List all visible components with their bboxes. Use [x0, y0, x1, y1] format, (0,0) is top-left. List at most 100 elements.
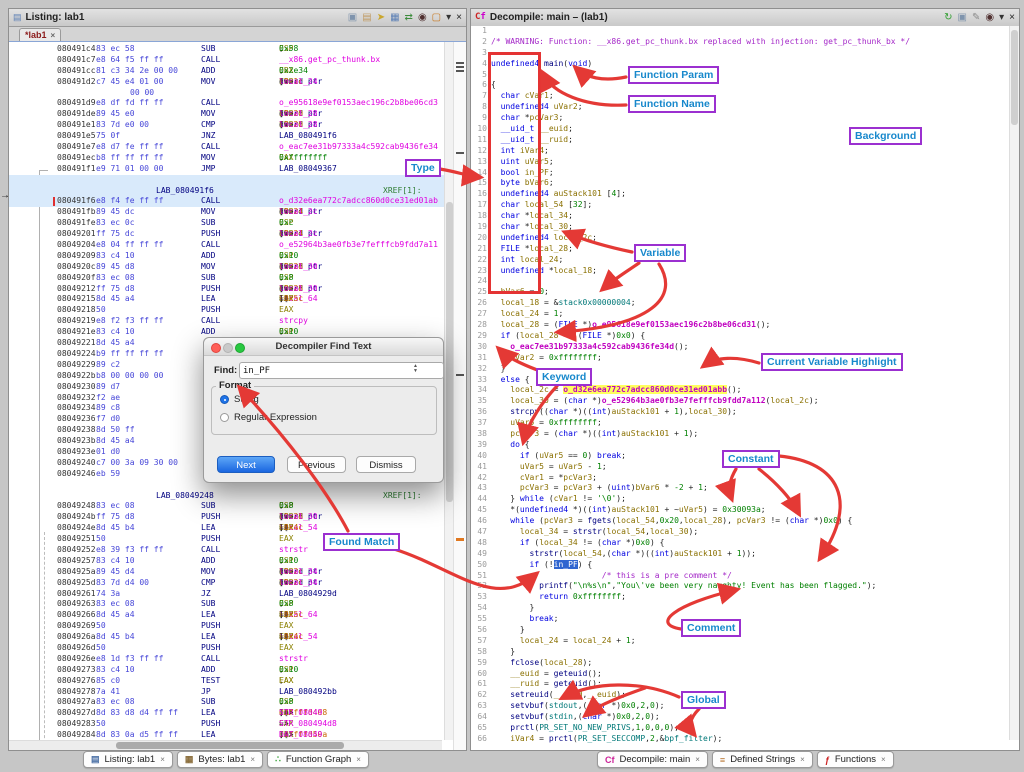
decompile-vertical-scrollbar[interactable]: [1009, 26, 1019, 740]
listing-row[interactable]: 0804920983 c4 10ADDESP,0x10: [9, 251, 452, 262]
listing-row[interactable]: 0804924883 ec 08SUBESP,0x8: [9, 501, 452, 512]
listing-row[interactable]: 0804920c89 45 d8MOVdword ptr [EBP + -0x2…: [9, 262, 452, 273]
close-icon[interactable]: ×: [456, 12, 462, 24]
tab-defined-strings[interactable]: ≡Defined Strings×: [712, 751, 813, 768]
code-line[interactable]: 38 pcVar3 = (char *)((int)auStack101 + 1…: [471, 429, 1007, 440]
code-line[interactable]: 64 setvbuf(stdin,(char *)0x0,2,0);: [471, 712, 1007, 723]
listing-row[interactable]: [9, 175, 466, 186]
code-line[interactable]: 37 uVar5 = 0xffffffff;: [471, 418, 1007, 429]
close-icon[interactable]: ×: [800, 755, 805, 764]
listing-row[interactable]: 0804927383 c4 10ADDESP,0x10: [9, 665, 452, 676]
code-line[interactable]: 2/* WARNING: Function: __x86.get_pc_thun…: [471, 37, 1007, 48]
radio-unselected-icon[interactable]: [220, 413, 229, 422]
listing-row[interactable]: 080491e183 7d e0 00CMPdword ptr [EBP + -…: [9, 120, 452, 131]
listing-horizontal-scrollbar[interactable]: [9, 740, 442, 750]
listing-row[interactable]: 08049204e8 04 ff ff ffCALLo_e52964b3ae0f…: [9, 240, 452, 251]
decompile-viewport[interactable]: 12/* WARNING: Function: __x86.get_pc_thu…: [471, 26, 1019, 750]
code-line[interactable]: 42 cVar1 = *pcVar3;: [471, 473, 1007, 484]
table-view-icon[interactable]: ▦: [390, 12, 399, 24]
listing-row[interactable]: 080491fb89 45 dcMOVdword ptr [EBP + -0x2…: [9, 207, 452, 218]
stepper-icon[interactable]: ▲▼: [413, 364, 418, 374]
code-line[interactable]: 18 char *local_34;: [471, 211, 1007, 222]
code-line[interactable]: 36 strcpy((char *)((int)auStack101 + 1),…: [471, 407, 1007, 418]
listing-label-row[interactable]: LAB_080491f6XREF[1]:: [9, 186, 466, 197]
listing-row[interactable]: 080491c7e8 64 f5 ff ffCALL__x86.get_pc_t…: [9, 55, 452, 66]
dialog-titlebar[interactable]: Decompiler Find Text: [204, 338, 443, 356]
listing-row[interactable]: 0804924bff 75 d8PUSHdword ptr [EBP + -0x…: [9, 512, 452, 523]
listing-row[interactable]: 080492668d 45 a4LEAEAX=>local_64,[EBP + …: [9, 610, 452, 621]
code-line[interactable]: 48 if (local_34 != (char *)0x0) {: [471, 538, 1007, 549]
code-line[interactable]: 25 bVar6 = 0;: [471, 287, 1007, 298]
listing-row[interactable]: 0804926174 3aJZLAB_0804929d: [9, 589, 452, 600]
code-line[interactable]: 66 iVar4 = prctl(PR_SET_SECCOMP,2,&bpf_f…: [471, 734, 1007, 745]
code-line[interactable]: 5: [471, 70, 1007, 81]
listing-row[interactable]: 0804927685 c0TESTEAX,EAX: [9, 676, 452, 687]
code-line[interactable]: 4undefined4 main(void): [471, 59, 1007, 70]
listing-titlebar[interactable]: ▤ Listing: lab1 ▣▤➤▦⇄◉▢▾×: [9, 9, 466, 27]
code-line[interactable]: 43 pcVar3 = pcVar3 + (uint)bVar6 * -2 + …: [471, 483, 1007, 494]
dismiss-button[interactable]: Dismiss: [356, 456, 416, 473]
code-line[interactable]: 28 local_28 = (FILE *)o_e95618e9ef0153ae…: [471, 320, 1007, 331]
snapshot-icon[interactable]: ◉: [985, 12, 994, 24]
code-line[interactable]: 6{: [471, 80, 1007, 91]
edit-icon[interactable]: ✎: [972, 12, 980, 24]
paste-icon[interactable]: ▤: [362, 12, 371, 24]
listing-label-row[interactable]: LAB_08049248XREF[1]:: [9, 491, 452, 502]
listing-row[interactable]: 0804926ee8 1d f3 ff ffCALLstrstr: [9, 654, 452, 665]
close-icon[interactable]: ×: [881, 755, 886, 764]
code-line[interactable]: 47 local_34 = strstr(local_54,local_30);: [471, 527, 1007, 538]
listing-row[interactable]: 0804927d8d 83 d8 d4 ff ffLEAEAX,[EBX + 0…: [9, 708, 452, 719]
code-line[interactable]: 11 __uid_t __ruid;: [471, 135, 1007, 146]
code-line[interactable]: 15 byte bVar6;: [471, 178, 1007, 189]
code-line[interactable]: 20 undefined4 local_2c;: [471, 233, 1007, 244]
listing-row[interactable]: 080491e7e8 d7 fe ff ffCALLo_eac7ee31b973…: [9, 142, 452, 153]
copy-icon[interactable]: ▣: [958, 12, 967, 24]
code-line[interactable]: 57 local_24 = local_24 + 1;: [471, 636, 1007, 647]
code-line[interactable]: 59 fclose(local_28);: [471, 658, 1007, 669]
code-line[interactable]: 27 local_24 = 1;: [471, 309, 1007, 320]
previous-button[interactable]: Previous: [287, 456, 346, 473]
doc-tab-lab1[interactable]: *lab1 ×: [19, 28, 61, 41]
listing-row[interactable]: 00 00: [9, 88, 452, 99]
radio-string[interactable]: String: [220, 394, 259, 405]
close-icon[interactable]: ×: [51, 31, 56, 40]
code-line[interactable]: 63 setvbuf(stdout,(char *)0x0,2,0);: [471, 701, 1007, 712]
listing-row[interactable]: 080491f6e8 f4 fe ff ffCALLo_d32e6ea772c7…: [9, 196, 466, 207]
code-line[interactable]: 1: [471, 26, 1007, 37]
listing-row[interactable]: 0804926383 ec 08SUBESP,0x8: [9, 599, 452, 610]
code-line[interactable]: 24: [471, 276, 1007, 287]
listing-row[interactable]: 080491d9e8 df fd ff ffCALLo_e95618e9ef01…: [9, 98, 452, 109]
code-line[interactable]: 46 while (pcVar3 = fgets(local_54,0x20,l…: [471, 516, 1007, 527]
dropdown-arrow-icon[interactable]: ▾: [999, 12, 1004, 24]
code-line[interactable]: 8 undefined4 uVar2;: [471, 102, 1007, 113]
listing-row[interactable]: 080491ecb8 ff ff ff ffMOVEAX,0xffffffff: [9, 153, 452, 164]
listing-row[interactable]: 08049201ff 75 dcPUSHdword ptr [EBP + -0x…: [9, 229, 452, 240]
listing-row[interactable]: 0804921850PUSHEAX: [9, 305, 452, 316]
code-line[interactable]: 35 local_30 = (char *)o_e52964b3ae0fb3e7…: [471, 396, 1007, 407]
clone-window-icon[interactable]: ▢: [432, 12, 441, 24]
listing-row[interactable]: 080492787a 41JPLAB_080492bb: [9, 687, 452, 698]
code-line[interactable]: 23 undefined *local_18;: [471, 266, 1007, 277]
dropdown-arrow-icon[interactable]: ▾: [446, 12, 451, 24]
listing-row[interactable]: 0804926a8d 45 b4LEAEAX=>local_54,[EBP + …: [9, 632, 452, 643]
code-line[interactable]: 65 prctl(PR_SET_NO_NEW_PRIVS,1,0,0,0);: [471, 723, 1007, 734]
code-line[interactable]: 58 }: [471, 647, 1007, 658]
listing-row[interactable]: 0804920f83 ec 08SUBESP,0x8: [9, 273, 452, 284]
code-line[interactable]: 30 o_eac7ee31b97333a4c592cab9436fe34d();: [471, 342, 1007, 353]
listing-row[interactable]: 0804928350PUSHEAX=>STR_080494d8: [9, 719, 452, 730]
code-line[interactable]: 31 uVar2 = 0xffffffff;: [471, 353, 1007, 364]
code-line[interactable]: 17 char local_54 [32];: [471, 200, 1007, 211]
tab-decompile-main[interactable]: CfDecompile: main×: [597, 751, 708, 768]
code-line[interactable]: 60 __euid = geteuid();: [471, 669, 1007, 680]
code-line[interactable]: 13 uint uVar5;: [471, 157, 1007, 168]
code-line[interactable]: 16 undefined4 auStack101 [4];: [471, 189, 1007, 200]
code-line[interactable]: 10 __uid_t __euid;: [471, 124, 1007, 135]
listing-row[interactable]: 080491e575 0fJNZLAB_080491f6: [9, 131, 452, 142]
decompile-titlebar[interactable]: Cf Decompile: main – (lab1) ↻▣✎◉▾×: [471, 9, 1019, 27]
code-line[interactable]: 29 if (local_28 == (FILE *)0x0) {: [471, 331, 1007, 342]
mac-minimize-icon[interactable]: [223, 343, 233, 353]
next-button[interactable]: Next: [217, 456, 275, 473]
code-line[interactable]: 62 setreuid(__ruid,__euid);: [471, 690, 1007, 701]
listing-row[interactable]: 0804926d50PUSHEAX: [9, 643, 452, 654]
code-line[interactable]: 50 if (!in_PF) {: [471, 560, 1007, 571]
